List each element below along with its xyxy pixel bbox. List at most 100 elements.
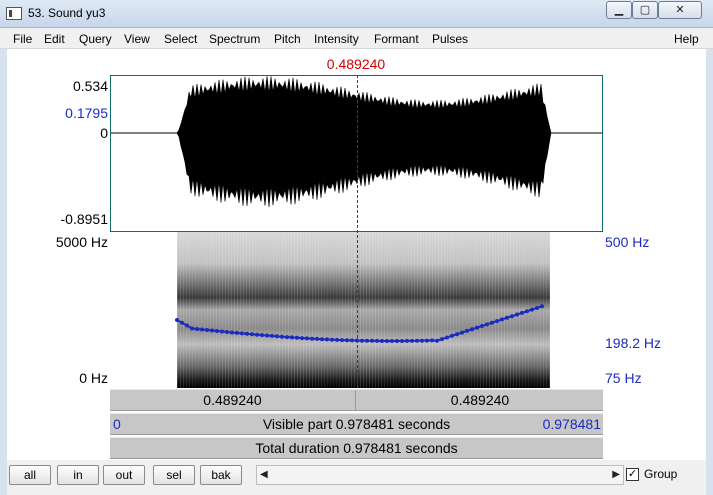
scroll-left-icon[interactable]: ◀ — [260, 469, 268, 480]
menu-bar: File Edit Query View Select Spectrum Pit… — [0, 28, 713, 49]
menu-formant[interactable]: Formant — [374, 32, 419, 46]
selection-time-bar[interactable]: 0.489240 0.489240 — [110, 389, 603, 411]
pitch-point — [275, 334, 279, 339]
pitch-point — [185, 323, 189, 328]
pitch-point — [485, 322, 489, 327]
close-button[interactable]: ✕ — [658, 1, 702, 19]
pitch-point — [225, 330, 229, 334]
check-icon: ✓ — [627, 468, 638, 480]
scroll-right-icon[interactable]: ▶ — [612, 469, 620, 480]
minimize-button[interactable]: ▁ — [606, 1, 632, 19]
pitch-point — [490, 320, 494, 325]
pitch-point — [205, 328, 209, 332]
visible-start-label: 0 — [113, 416, 121, 432]
pitch-point — [520, 310, 524, 315]
pitch-point — [195, 327, 199, 331]
visible-part-bar[interactable]: 0 Visible part 0.978481 seconds 0.978481 — [110, 413, 603, 435]
pitch-point — [320, 337, 324, 342]
zoom-selection-button[interactable]: sel — [153, 465, 195, 485]
app-icon[interactable] — [6, 7, 22, 20]
pitch-point — [305, 336, 309, 341]
menu-edit[interactable]: Edit — [44, 32, 65, 46]
pitch-point — [175, 318, 179, 322]
pitch-point — [255, 332, 259, 337]
pitch-point — [400, 339, 404, 343]
pitch-point — [535, 306, 539, 310]
pitch-point — [540, 304, 544, 309]
pitch-point — [285, 335, 289, 340]
menu-query[interactable]: Query — [79, 32, 112, 46]
spectrogram-top-freq: 5000 Hz — [55, 234, 108, 250]
window-frame-right — [706, 49, 713, 495]
menu-view[interactable]: View — [124, 32, 150, 46]
bottom-toolbar: all in out sel bak ◀ ▶ ✓ Group — [7, 460, 706, 495]
cursor-line[interactable] — [357, 75, 358, 388]
pitch-point — [290, 335, 294, 340]
pitch-point — [310, 336, 314, 341]
menu-pulses[interactable]: Pulses — [432, 32, 468, 46]
pitch-point — [350, 338, 354, 343]
pitch-point — [420, 338, 424, 343]
pitch-point — [370, 338, 374, 343]
pitch-point — [265, 333, 269, 338]
pitch-point — [515, 312, 519, 317]
pitch-point — [385, 339, 389, 343]
pitch-point — [365, 338, 369, 343]
pitch-point — [530, 307, 534, 312]
menu-pitch[interactable]: Pitch — [274, 32, 301, 46]
zoom-back-button[interactable]: bak — [200, 465, 242, 485]
pitch-point — [510, 314, 514, 319]
pitch-point — [425, 338, 429, 343]
pitch-point — [480, 324, 484, 328]
pitch-point — [190, 326, 194, 331]
pitch-point — [340, 338, 344, 343]
pitch-point — [505, 315, 509, 320]
group-label: Group — [644, 467, 678, 481]
visible-end-label: 0.978481 — [542, 416, 601, 432]
pitch-point — [230, 330, 234, 335]
window-title: 53. Sound yu3 — [28, 6, 106, 20]
pitch-point — [345, 338, 349, 343]
pitch-point — [200, 327, 204, 332]
group-checkbox[interactable]: ✓ — [626, 468, 639, 481]
time-scrollbar[interactable]: ◀ ▶ — [256, 465, 624, 485]
close-icon: ✕ — [675, 4, 685, 16]
pitch-point — [455, 332, 459, 337]
pitch-point — [440, 337, 444, 342]
menu-select[interactable]: Select — [164, 32, 197, 46]
pitch-bottom-label: 75 Hz — [605, 370, 642, 386]
pitch-point — [415, 338, 419, 343]
pitch-top-label: 500 Hz — [605, 234, 650, 250]
pitch-point — [235, 330, 239, 335]
zoom-all-button[interactable]: all — [9, 465, 51, 485]
menu-spectrum[interactable]: Spectrum — [209, 32, 260, 46]
waveform-zero-label: 0 — [100, 125, 108, 141]
pitch-point — [435, 338, 439, 343]
pitch-point — [300, 336, 304, 341]
menu-file[interactable]: File — [13, 32, 32, 46]
zoom-out-button[interactable]: out — [103, 465, 145, 485]
pitch-point — [360, 338, 364, 343]
maximize-icon: ▢ — [639, 4, 651, 16]
right-time-cell[interactable]: 0.489240 — [357, 390, 603, 410]
pitch-point — [445, 335, 449, 340]
pitch-point — [450, 333, 454, 338]
pitch-cursor-label: 198.2 Hz — [605, 335, 662, 351]
pitch-point — [325, 337, 329, 342]
menu-help[interactable]: Help — [674, 32, 699, 46]
maximize-button[interactable]: ▢ — [632, 1, 658, 19]
pitch-point — [460, 330, 464, 335]
pitch-point — [220, 329, 224, 334]
pitch-point — [180, 320, 184, 325]
zoom-in-button[interactable]: in — [57, 465, 99, 485]
pitch-point — [475, 325, 479, 330]
pitch-point — [525, 309, 529, 314]
pitch-point — [495, 319, 499, 324]
left-time-cell[interactable]: 0.489240 — [110, 390, 356, 410]
pitch-point — [380, 339, 384, 343]
total-duration-bar[interactable]: Total duration 0.978481 seconds — [110, 437, 603, 459]
menu-intensity[interactable]: Intensity — [314, 32, 359, 46]
pitch-point — [465, 328, 469, 333]
pitch-point — [375, 338, 379, 343]
pitch-point — [410, 338, 414, 343]
